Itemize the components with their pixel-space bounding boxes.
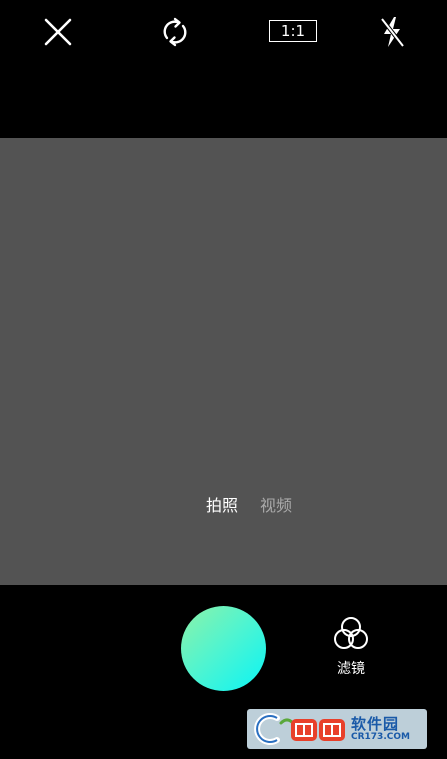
watermark-logo-icon xyxy=(254,713,345,745)
top-toolbar: 1:1 xyxy=(0,0,447,64)
filter-icon xyxy=(334,617,368,649)
site-watermark: 软件园 CR173.COM xyxy=(247,709,427,749)
filter-label: 滤镜 xyxy=(337,661,365,677)
filter-button[interactable]: 滤镜 xyxy=(326,615,376,681)
capture-mode-tabs: 拍照 视频 xyxy=(0,495,447,517)
switch-camera-icon xyxy=(163,17,187,47)
watermark-brand: 软件园 xyxy=(351,715,400,733)
close-button[interactable] xyxy=(38,12,78,52)
flash-off-icon xyxy=(380,17,405,48)
switch-camera-button[interactable] xyxy=(155,12,195,52)
close-icon xyxy=(44,18,72,46)
camera-screen: 1:1 拍照 视频 滤镜 软件园 CR173.COM xyxy=(0,0,447,759)
aspect-ratio-button[interactable]: 1:1 xyxy=(269,20,317,42)
watermark-url: CR173.COM xyxy=(351,732,410,742)
mode-tab-photo[interactable]: 拍照 xyxy=(206,495,238,517)
flash-toggle-button[interactable] xyxy=(372,12,412,52)
aspect-ratio-label: 1:1 xyxy=(280,21,306,40)
mode-tab-video[interactable]: 视频 xyxy=(260,495,292,517)
camera-viewfinder[interactable]: 拍照 视频 xyxy=(0,138,447,585)
shutter-button[interactable] xyxy=(181,606,266,691)
